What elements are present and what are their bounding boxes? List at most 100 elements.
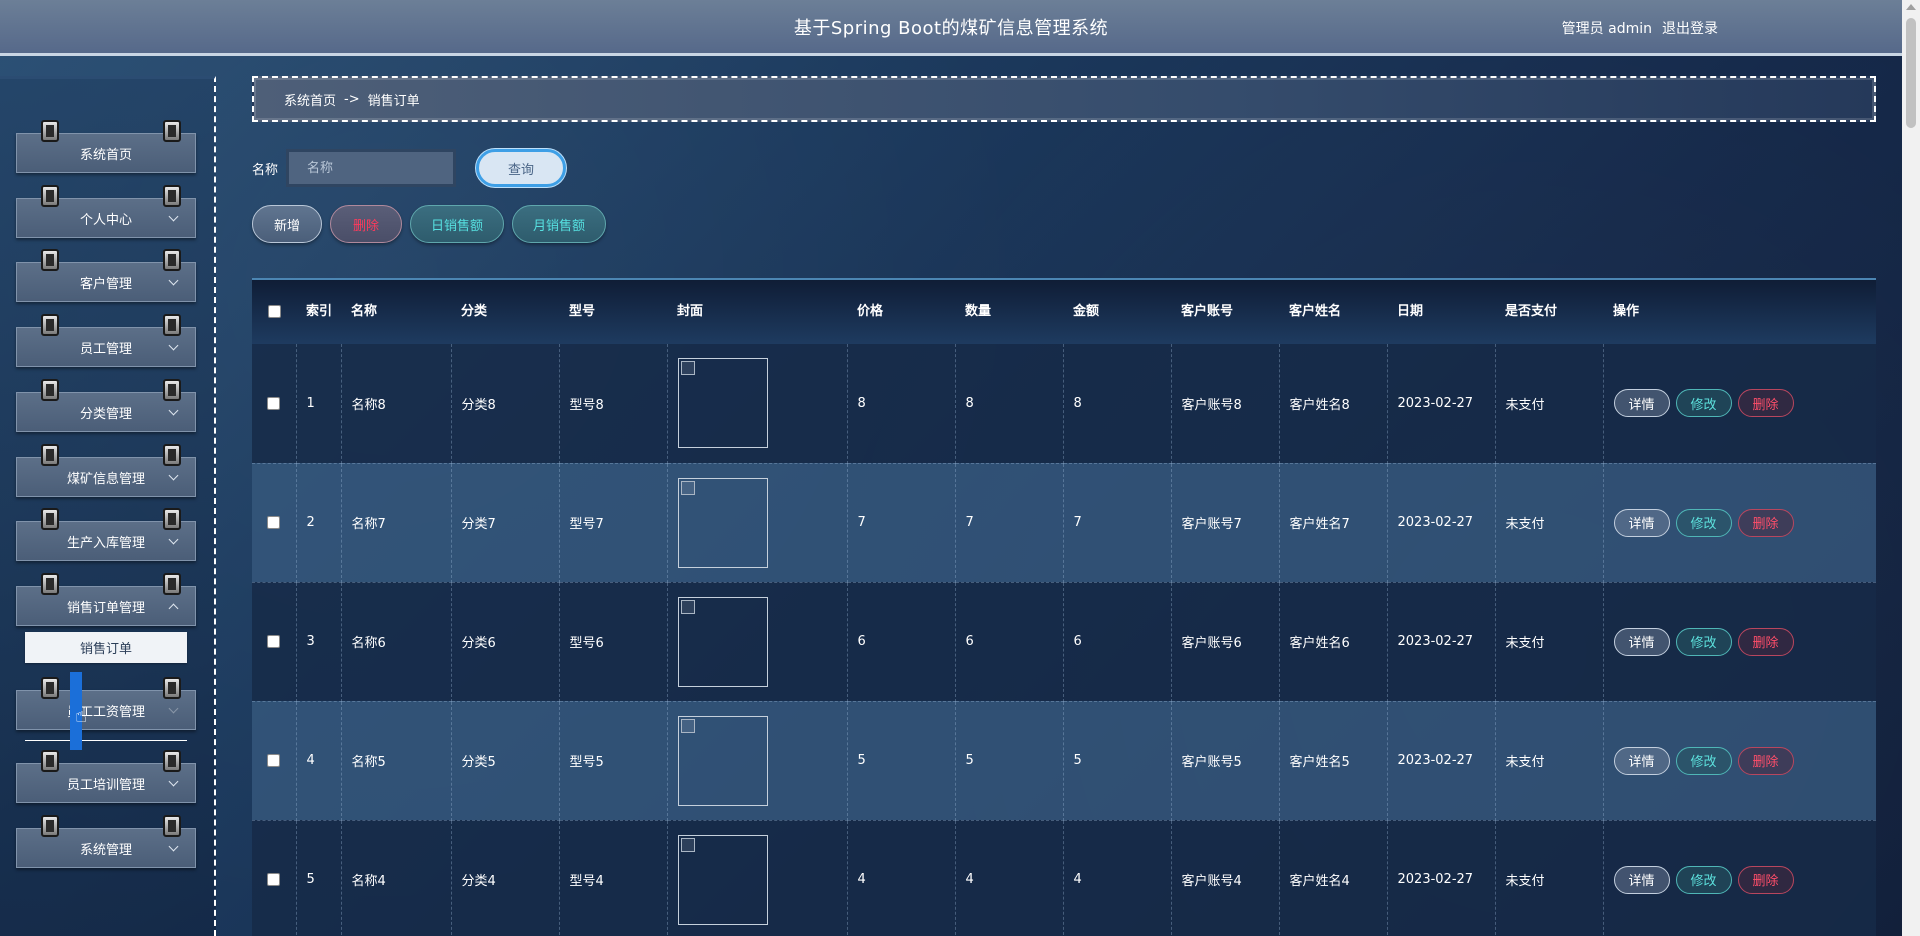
logout-link[interactable]: 退出登录 xyxy=(1662,18,1718,38)
col-category: 分类 xyxy=(461,304,488,319)
chevron-down-icon xyxy=(168,405,179,416)
detail-button[interactable]: 详情 xyxy=(1613,865,1670,894)
cell-model: 型号8 xyxy=(559,344,668,464)
cell-amount: 6 xyxy=(1063,582,1172,702)
row-delete-button[interactable]: 删除 xyxy=(1737,389,1794,418)
breadcrumb-separator: -> xyxy=(344,91,360,107)
cell-date: 2023-02-27 xyxy=(1387,344,1496,464)
sidebar-item-training[interactable]: 员工培训管理 xyxy=(16,750,196,803)
row-delete-button[interactable]: 删除 xyxy=(1737,627,1794,656)
sidebar-item-home[interactable]: 系统首页 xyxy=(16,120,196,173)
edit-button[interactable]: 修改 xyxy=(1675,746,1732,775)
breadcrumb: 系统首页 -> 销售订单 xyxy=(252,76,1876,122)
col-customer-account: 客户账号 xyxy=(1181,304,1234,319)
sidebar-item-production-stock[interactable]: 生产入库管理 xyxy=(16,508,196,561)
cell-ops: 详情 修改 删除 xyxy=(1603,582,1876,702)
sidebar-item-label: 客户管理 xyxy=(79,276,132,292)
sidebar-item-customers[interactable]: 客户管理 xyxy=(16,249,196,302)
cell-model: 型号4 xyxy=(559,820,668,936)
cover-image xyxy=(677,358,768,449)
sidebar-item-label: 员工管理 xyxy=(79,341,132,357)
chevron-down-icon xyxy=(168,776,179,787)
row-checkbox[interactable] xyxy=(267,873,281,886)
table-header-row: 索引 名称 分类 型号 封面 价格 数量 金额 客户账号 客户姓名 日期 是否支… xyxy=(252,280,1876,344)
col-price: 价格 xyxy=(857,304,884,319)
add-button[interactable]: 新增 xyxy=(252,205,322,243)
sidebar-item-employees[interactable]: 员工管理 xyxy=(16,314,196,367)
page-scrollbar[interactable] xyxy=(1902,0,1920,936)
cell-amount: 8 xyxy=(1063,344,1172,464)
edit-button[interactable]: 修改 xyxy=(1675,865,1732,894)
query-button[interactable]: 查询 xyxy=(476,149,567,187)
sidebar-item-system[interactable]: 系统管理 xyxy=(16,815,196,868)
row-checkbox[interactable] xyxy=(267,516,281,529)
breadcrumb-home[interactable]: 系统首页 xyxy=(284,90,336,109)
cell-model: 型号5 xyxy=(559,701,668,821)
sidebar-item-coal-info[interactable]: 煤矿信息管理 xyxy=(16,444,196,497)
col-ops: 操作 xyxy=(1613,304,1640,319)
detail-button[interactable]: 详情 xyxy=(1613,389,1670,418)
cell-customer-name: 客户姓名7 xyxy=(1279,463,1388,583)
row-checkbox[interactable] xyxy=(267,754,281,767)
cover-image xyxy=(677,834,768,925)
cell-customer-name: 客户姓名8 xyxy=(1279,344,1388,464)
table-row: 2 名称7 分类7 型号7 7 7 7 客户账号7 客户姓名7 2023-02-… xyxy=(252,463,1876,583)
orders-table: 索引 名称 分类 型号 封面 价格 数量 金额 客户账号 客户姓名 日期 是否支… xyxy=(252,280,1876,936)
breadcrumb-current: 销售订单 xyxy=(367,93,420,109)
edit-button[interactable]: 修改 xyxy=(1675,508,1732,537)
cell-index: 3 xyxy=(296,582,342,702)
cell-category: 分类4 xyxy=(451,820,560,936)
sidebar-item-salary[interactable]: 员工工资管理 xyxy=(16,677,196,730)
binder-clip-icon xyxy=(163,508,181,530)
edit-button[interactable]: 修改 xyxy=(1675,627,1732,656)
cell-category: 分类8 xyxy=(451,344,560,464)
monthly-sales-button[interactable]: 月销售额 xyxy=(512,205,606,243)
cell-index: 4 xyxy=(296,701,342,821)
binder-clip-icon xyxy=(41,185,59,207)
daily-sales-button[interactable]: 日销售额 xyxy=(410,205,504,243)
cell-customer-name: 客户姓名6 xyxy=(1279,582,1388,702)
col-amount: 金额 xyxy=(1073,304,1100,319)
scroll-up-arrow-icon[interactable] xyxy=(1906,4,1916,10)
sidebar-item-personal-center[interactable]: 个人中心 xyxy=(16,185,196,238)
cell-name: 名称4 xyxy=(341,820,452,936)
binder-clip-icon xyxy=(163,750,181,772)
row-checkbox[interactable] xyxy=(267,396,281,410)
select-all-checkbox[interactable] xyxy=(267,305,281,318)
detail-button[interactable]: 详情 xyxy=(1613,746,1670,775)
row-checkbox[interactable] xyxy=(267,635,281,648)
row-delete-button[interactable]: 删除 xyxy=(1737,508,1794,537)
row-delete-button[interactable]: 删除 xyxy=(1737,865,1794,894)
cell-quantity: 4 xyxy=(955,820,1064,936)
select-all-cell xyxy=(252,280,296,344)
col-index: 索引 xyxy=(306,304,333,319)
cell-quantity: 7 xyxy=(955,463,1064,583)
row-delete-button[interactable]: 删除 xyxy=(1737,746,1794,775)
chevron-down-icon xyxy=(168,841,179,852)
cover-image xyxy=(677,477,768,568)
cell-model: 型号7 xyxy=(559,463,668,583)
scrollbar-thumb[interactable] xyxy=(1906,18,1916,128)
broken-image-icon xyxy=(680,480,695,495)
search-input[interactable] xyxy=(286,149,457,187)
delete-button[interactable]: 删除 xyxy=(330,205,402,243)
cell-cover xyxy=(667,344,848,464)
submenu-item-sales-order[interactable]: 销售订单 xyxy=(25,632,187,663)
binder-clip-icon xyxy=(163,379,181,401)
sidebar-item-sales-orders[interactable]: 销售订单管理 xyxy=(16,573,196,626)
cell-customer-account: 客户账号6 xyxy=(1171,582,1280,702)
detail-button[interactable]: 详情 xyxy=(1613,627,1670,656)
cell-customer-account: 客户账号5 xyxy=(1171,701,1280,821)
binder-clip-icon xyxy=(41,444,59,466)
binder-clip-icon xyxy=(41,379,59,401)
sidebar-item-categories[interactable]: 分类管理 xyxy=(16,379,196,432)
col-name: 名称 xyxy=(351,304,378,319)
cell-ops: 详情 修改 删除 xyxy=(1603,701,1876,821)
table-row: 3 名称6 分类6 型号6 6 6 6 客户账号6 客户姓名6 2023-02-… xyxy=(252,582,1876,702)
detail-button[interactable]: 详情 xyxy=(1613,508,1670,537)
cell-cover xyxy=(667,582,848,702)
edit-button[interactable]: 修改 xyxy=(1675,389,1732,418)
chevron-down-icon xyxy=(168,340,179,351)
search-row: 名称 查询 xyxy=(252,148,567,188)
col-model: 型号 xyxy=(569,304,596,319)
